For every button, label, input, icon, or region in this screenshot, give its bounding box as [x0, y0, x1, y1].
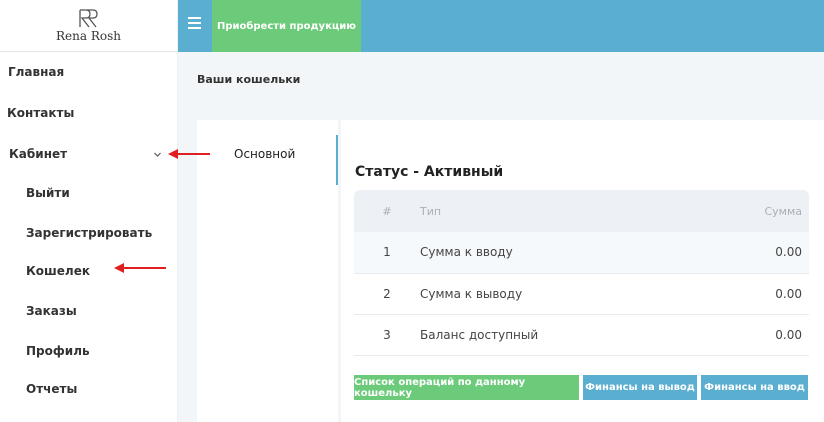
row-sum: 0.00	[689, 273, 809, 315]
logo-text: Rena Rosh	[56, 29, 121, 43]
wallet-status: Статус - Активный	[355, 164, 504, 180]
sidebar-item-home[interactable]: Главная	[8, 65, 64, 79]
wallet-tab-main[interactable]: Основной	[234, 147, 295, 161]
buy-products-button[interactable]: Приобрести продукцию	[212, 0, 361, 52]
operations-list-button[interactable]: Список операций по данному кошельку	[354, 375, 579, 400]
table-row: 3 Баланс доступный 0.00	[354, 314, 809, 356]
row-number: 1	[354, 232, 420, 274]
row-sum: 0.00	[689, 232, 809, 274]
row-sum: 0.00	[689, 314, 809, 356]
withdraw-funds-button[interactable]: Финансы на вывод	[583, 375, 697, 400]
sidebar-item-profile[interactable]: Профиль	[26, 344, 90, 358]
sidebar-item-reports[interactable]: Отчеты	[26, 382, 77, 396]
deposit-funds-button[interactable]: Финансы на ввод	[701, 375, 808, 400]
wallet-list-card	[197, 120, 338, 422]
column-header-type: Тип	[420, 190, 689, 232]
sidebar-item-logout[interactable]: Выйти	[26, 186, 70, 200]
row-number: 3	[354, 314, 420, 356]
annotation-arrow-icon	[114, 263, 166, 273]
row-type: Баланс доступный	[420, 314, 689, 356]
row-type: Сумма к выводу	[420, 273, 689, 315]
column-header-sum: Сумма	[689, 190, 809, 232]
active-tab-indicator	[336, 135, 338, 185]
sidebar-item-orders[interactable]: Заказы	[26, 304, 77, 318]
chevron-down-icon[interactable]	[153, 150, 162, 159]
logo[interactable]: Rena Rosh	[0, 0, 177, 52]
column-header-number: #	[354, 190, 420, 232]
sidebar-item-cabinet[interactable]: Кабинет	[9, 147, 67, 161]
sidebar-item-contacts[interactable]: Контакты	[7, 106, 74, 120]
table-header-row: # Тип Сумма	[354, 190, 809, 232]
sidebar-item-wallet[interactable]: Кошелек	[26, 264, 90, 278]
wallet-table: # Тип Сумма 1 Сумма к вводу 0.00 2 Сумма…	[354, 190, 809, 356]
sidebar-item-register[interactable]: Зарегистрировать	[26, 226, 152, 240]
logo-mark-icon	[78, 9, 98, 28]
row-number: 2	[354, 273, 420, 315]
table-row: 1 Сумма к вводу 0.00	[354, 232, 809, 274]
page-title: Ваши кошельки	[197, 73, 301, 86]
sidebar: Rena Rosh Главная Контакты Кабинет Выйти…	[0, 0, 178, 422]
annotation-arrow-icon	[168, 149, 210, 159]
row-type: Сумма к вводу	[420, 232, 689, 274]
menu-icon[interactable]	[188, 17, 201, 29]
table-row: 2 Сумма к выводу 0.00	[354, 273, 809, 315]
top-bar: Приобрести продукцию	[178, 0, 824, 52]
